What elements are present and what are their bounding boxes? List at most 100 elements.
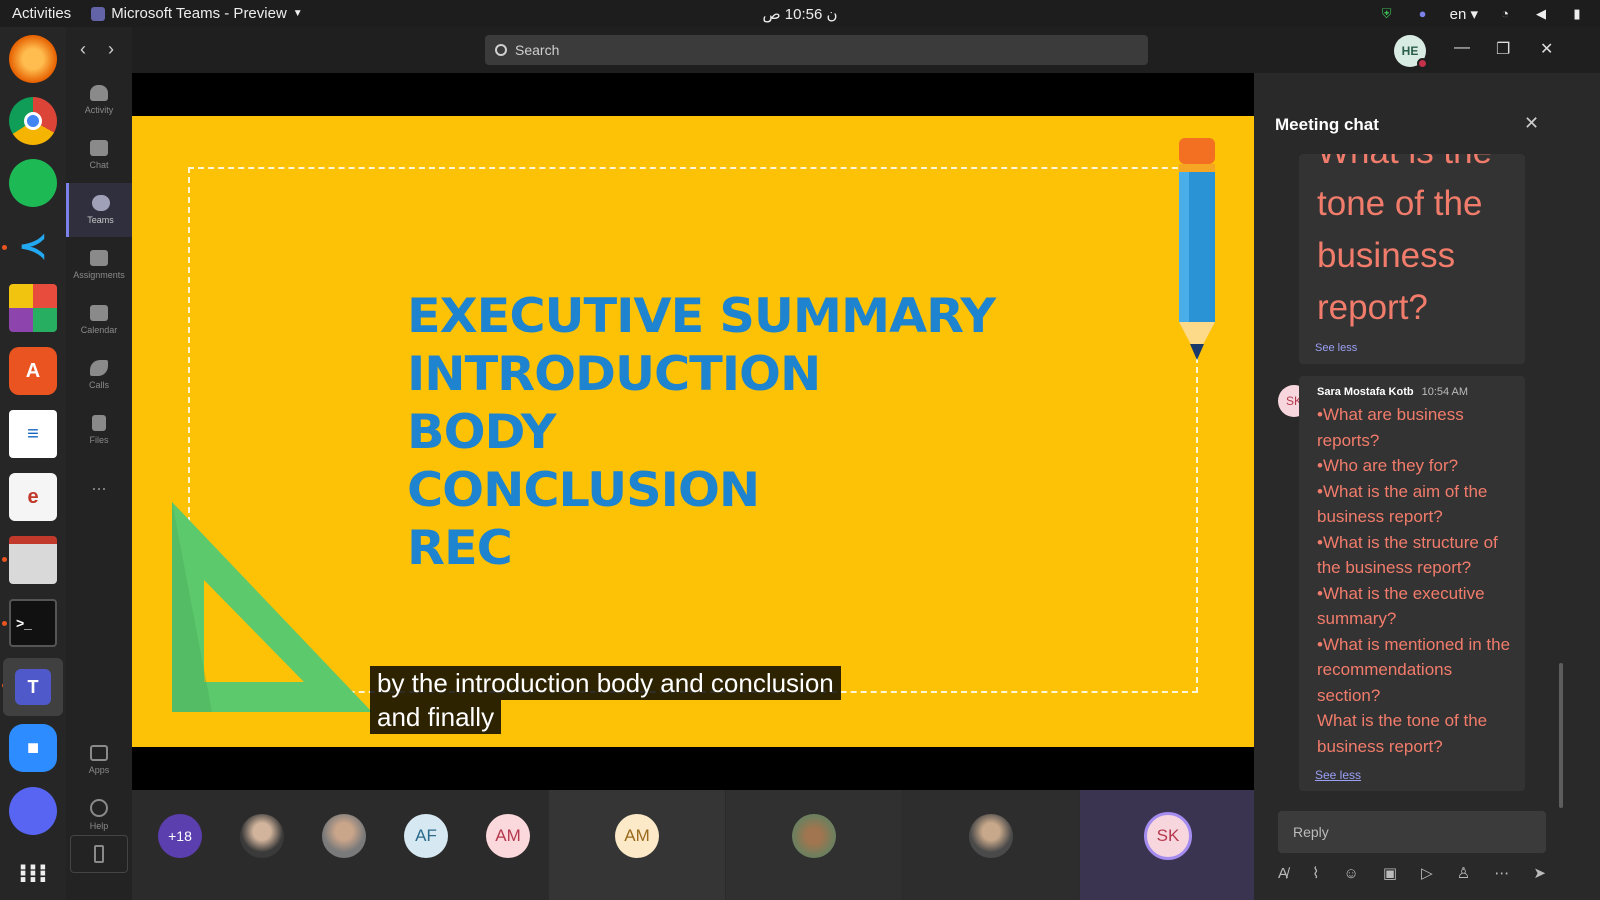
question-line: •What is the executive summary? — [1317, 583, 1485, 629]
language-indicator[interactable]: en ▾ — [1450, 5, 1478, 23]
participant-tile-active-speaker[interactable]: SK — [1080, 790, 1254, 900]
chat-title: Meeting chat — [1275, 115, 1379, 134]
overflow-participants[interactable]: +18 — [158, 814, 202, 858]
chrome-icon[interactable] — [9, 97, 57, 145]
see-less-link[interactable]: See less — [1315, 342, 1357, 354]
show-apps-icon[interactable]: ⁝⁝⁝ — [9, 849, 57, 897]
format-icon[interactable]: A̸ — [1278, 865, 1288, 882]
sticker-icon[interactable]: ▣ — [1383, 864, 1397, 882]
volume-icon[interactable]: ◀ — [1532, 5, 1550, 23]
chat-scrollbar[interactable] — [1559, 663, 1563, 808]
slide-line: REC — [407, 521, 513, 576]
firefox-icon[interactable] — [9, 35, 57, 83]
reply-input[interactable]: Reply — [1278, 811, 1546, 853]
participant-photo[interactable] — [240, 814, 284, 858]
terminal-icon[interactable]: >_ — [9, 599, 57, 647]
clock[interactable]: ن 10:56 ص — [762, 5, 837, 23]
app-menu[interactable]: Microsoft Teams - Preview ▼ — [91, 5, 303, 22]
phone-icon — [90, 360, 108, 376]
participant-tile[interactable] — [726, 790, 902, 900]
participant-tile[interactable] — [903, 790, 1079, 900]
rail-activity[interactable]: Activity — [66, 73, 132, 127]
close-icon[interactable]: ✕ — [1524, 113, 1539, 134]
maximize-icon[interactable]: ❐ — [1496, 39, 1510, 59]
close-window-icon[interactable]: ✕ — [1540, 39, 1553, 59]
minimize-icon[interactable]: — — [1454, 39, 1470, 57]
rail-help[interactable]: Help — [66, 788, 132, 842]
pdf-viewer-icon[interactable]: e — [9, 473, 57, 521]
meeting-chat-panel: Meeting chat ✕ What is the tone of the b… — [1254, 73, 1600, 900]
activities-button[interactable]: Activities — [12, 5, 71, 22]
question-line: •What is the structure of the business r… — [1317, 532, 1498, 578]
slide-text: EXECUTIVE SUMMARY INTRODUCTION BODY CONC… — [407, 288, 996, 578]
zoom-icon[interactable]: ■ — [9, 724, 57, 772]
chevron-down-icon: ▼ — [292, 8, 303, 19]
live-captions: by the introduction body and conclusion … — [370, 666, 841, 734]
slide-line: INTRODUCTION — [407, 347, 821, 402]
rail-assignments[interactable]: Assignments — [66, 238, 132, 292]
running-indicator — [2, 621, 7, 626]
participant-tile[interactable]: AM — [549, 790, 725, 900]
emoji-icon[interactable]: ☺ — [1344, 865, 1359, 882]
presentation-slide: EXECUTIVE SUMMARY INTRODUCTION BODY CONC… — [132, 116, 1254, 747]
shield-icon[interactable]: ⛨ — [1378, 5, 1396, 23]
pencil-icon — [1179, 138, 1215, 360]
battery-icon[interactable]: ▮ — [1568, 5, 1586, 23]
chat-message: Sara Mostafa Kotb 10:54 AM •What are busi… — [1299, 376, 1525, 791]
app-grid-color-icon[interactable] — [9, 284, 57, 332]
rail-files[interactable]: Files — [66, 403, 132, 457]
files-icon[interactable] — [9, 536, 57, 584]
ubuntu-dock: ≺ A ≡ e >_ T ■ ⁝⁝⁝ — [0, 27, 66, 900]
slide-line: EXECUTIVE SUMMARY — [407, 289, 996, 344]
compose-toolbar: A̸ ⌇ ☺ ▣ ▷ ♙ ⋯ ➤ — [1278, 858, 1546, 888]
spotify-icon[interactable] — [9, 159, 57, 207]
wifi-icon[interactable]: ◔ — [1496, 5, 1514, 23]
teams-header: ‹ › Search HE — ❐ ✕ — [80, 27, 1600, 73]
rail-more-button[interactable]: ... — [66, 457, 132, 511]
profile-avatar[interactable]: HE — [1394, 35, 1428, 69]
forward-arrow-icon[interactable]: › — [108, 39, 114, 60]
meet-now-icon[interactable]: ▷ — [1421, 864, 1433, 882]
participant-avatar[interactable]: AM — [486, 814, 530, 858]
software-store-icon[interactable]: A — [9, 347, 57, 395]
bell-icon — [90, 85, 108, 101]
assignments-icon — [90, 250, 108, 266]
discord-icon[interactable] — [9, 787, 57, 835]
chat-icon — [90, 140, 108, 156]
back-arrow-icon[interactable]: ‹ — [80, 39, 86, 60]
app-title: Microsoft Teams - Preview — [111, 5, 287, 22]
slide-line: CONCLUSION — [407, 463, 760, 518]
sender-name: Sara Mostafa Kotb — [1317, 386, 1414, 398]
rail-chat[interactable]: Chat — [66, 128, 132, 182]
message-time: 10:54 AM — [1421, 386, 1469, 398]
rail-calls[interactable]: Calls — [66, 348, 132, 402]
help-icon — [90, 799, 108, 817]
slide-line: BODY — [407, 405, 557, 460]
question-line: •What are business reports? — [1317, 405, 1464, 450]
participant-avatar[interactable]: AF — [404, 814, 448, 858]
teams-icon[interactable]: T — [3, 658, 63, 716]
rail-calendar[interactable]: Calendar — [66, 293, 132, 347]
vscode-icon[interactable]: ≺ — [9, 222, 57, 270]
rail-teams[interactable]: Teams — [66, 183, 132, 237]
search-icon — [495, 44, 507, 56]
send-icon[interactable]: ➤ — [1533, 864, 1546, 882]
participant-photo[interactable] — [322, 814, 366, 858]
system-top-bar: Activities Microsoft Teams - Preview ▼ ن… — [0, 0, 1600, 27]
search-input[interactable]: Search — [485, 35, 1148, 65]
status-busy-icon — [1417, 58, 1428, 69]
message-text: What is the tone of the business report? — [1317, 154, 1492, 327]
attach-icon[interactable]: ⌇ — [1312, 864, 1319, 882]
question-line: •What is the aim of the business report? — [1317, 481, 1488, 527]
teams-tray-icon[interactable]: ● — [1414, 5, 1432, 23]
see-less-link[interactable]: See less — [1315, 768, 1361, 782]
question-line: •Who are they for? — [1317, 456, 1459, 475]
praise-icon[interactable]: ♙ — [1457, 864, 1470, 882]
writer-icon[interactable]: ≡ — [9, 410, 57, 458]
apps-icon — [90, 745, 108, 761]
rail-apps[interactable]: Apps — [66, 733, 132, 787]
device-icon[interactable] — [70, 835, 128, 873]
search-placeholder: Search — [515, 42, 560, 58]
more-options-icon[interactable]: ⋯ — [1494, 864, 1509, 882]
participant-avatar: AM — [615, 814, 659, 858]
